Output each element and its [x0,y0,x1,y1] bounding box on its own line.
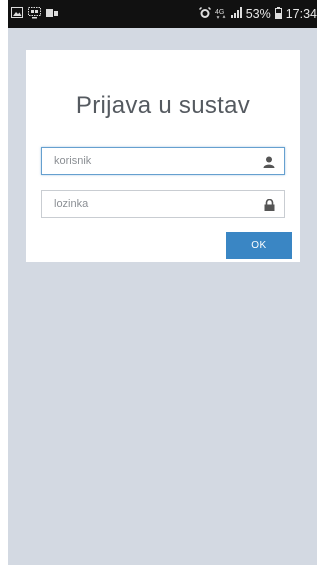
signal-icon [230,7,242,21]
alarm-icon [198,6,211,22]
network-4g-icon: 4G [215,7,227,22]
password-input[interactable] [42,191,254,217]
status-bar: 4G 53% 17:34 [8,0,317,28]
login-card: Prijava u sustav OK [26,50,300,262]
ok-button[interactable]: OK [226,232,292,259]
page-title: Prijava u sustav [75,92,251,119]
cast-icon [46,7,58,21]
username-input[interactable] [42,148,254,174]
image-icon [11,7,23,21]
svg-text:4G: 4G [215,9,224,16]
user-icon [263,155,275,173]
password-field[interactable] [41,190,285,218]
username-field[interactable] [41,147,285,175]
clock: 17:34 [285,7,317,21]
app-screen: Prijava u sustav OK [8,28,317,565]
lock-icon [264,198,275,216]
screen-mirror-icon [28,6,41,22]
battery-percent: 53% [245,7,271,21]
battery-icon [274,6,282,22]
